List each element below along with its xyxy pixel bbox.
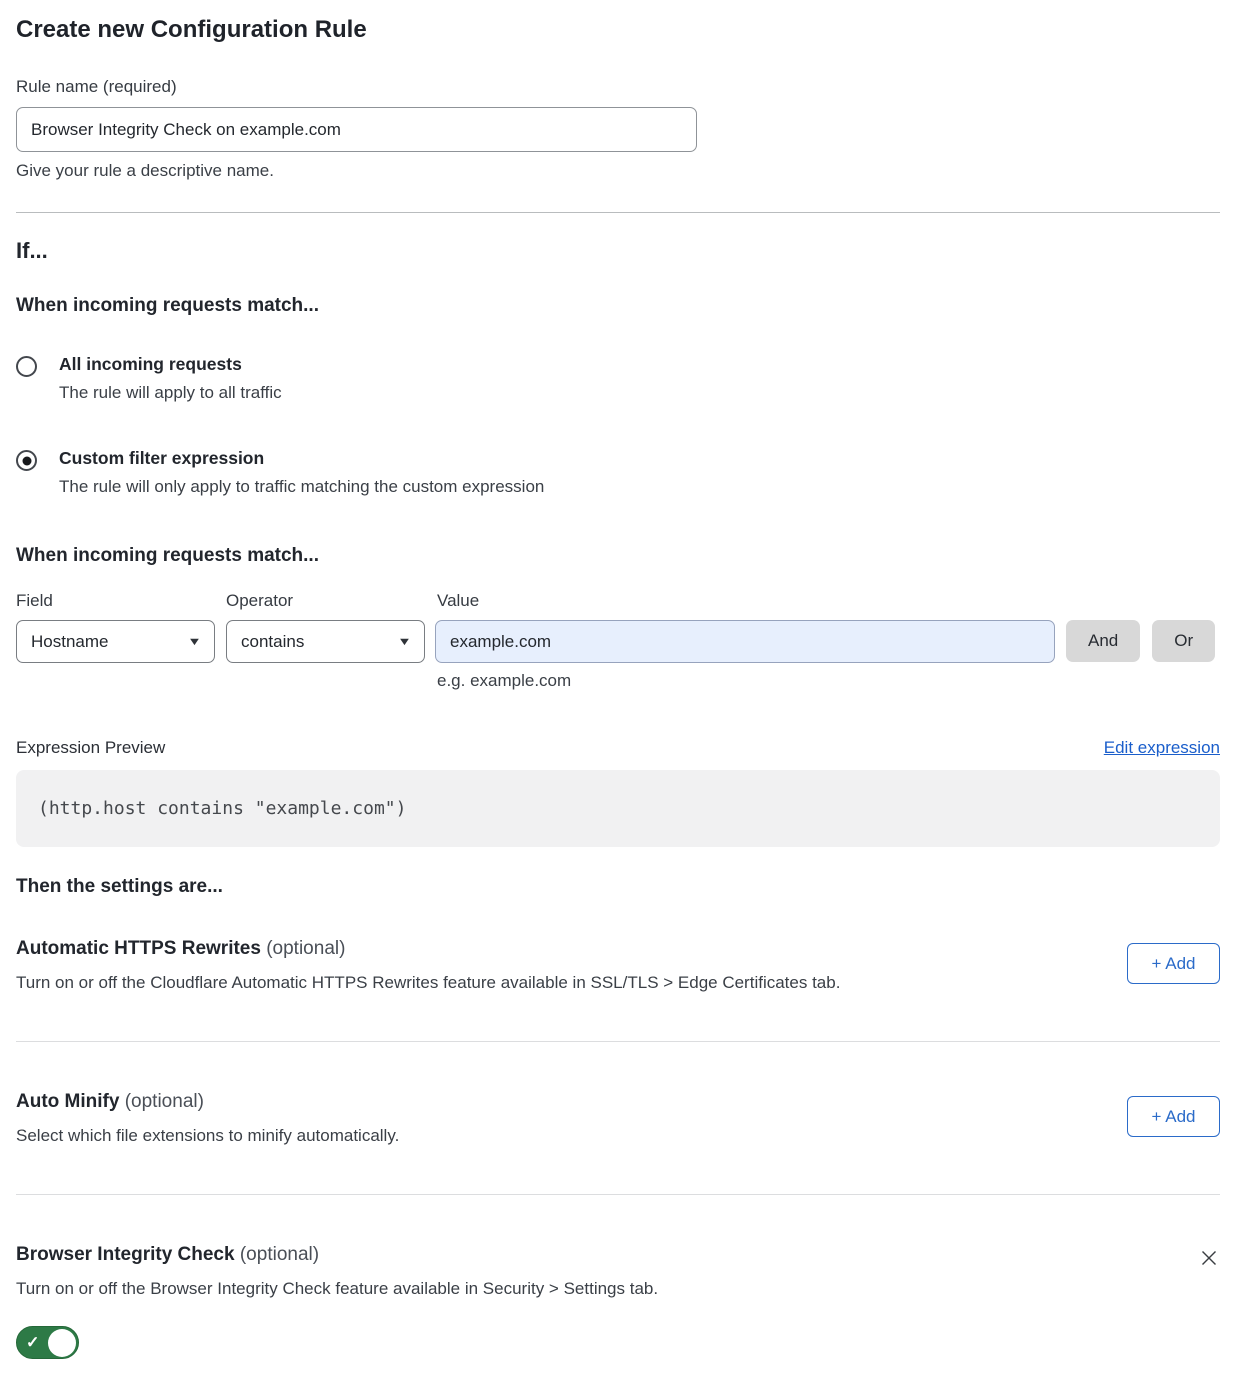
radio-option-label: Custom filter expression bbox=[59, 448, 544, 469]
setting-description: Turn on or off the Cloudflare Automatic … bbox=[16, 973, 840, 993]
setting-optional-tag: (optional) bbox=[240, 1244, 319, 1265]
expression-preview-label: Expression Preview bbox=[16, 738, 165, 758]
if-heading: If... bbox=[16, 238, 1220, 264]
radio-option-all-incoming-requests[interactable]: All incoming requests The rule will appl… bbox=[16, 354, 1220, 403]
operator-select[interactable]: contains ▼ bbox=[226, 620, 425, 663]
setting-title: Automatic HTTPS Rewrites bbox=[16, 938, 261, 959]
value-label: Value bbox=[437, 591, 1220, 611]
setting-divider bbox=[16, 1041, 1220, 1042]
field-label: Field bbox=[16, 591, 226, 611]
page-title: Create new Configuration Rule bbox=[16, 16, 1220, 44]
or-button[interactable]: Or bbox=[1152, 620, 1215, 662]
expression-builder-heading: When incoming requests match... bbox=[16, 545, 1220, 567]
rule-name-input[interactable] bbox=[16, 107, 697, 152]
create-configuration-rule-form: Create new Configuration Rule Rule name … bbox=[0, 0, 1237, 1384]
radio-button-icon[interactable] bbox=[16, 356, 37, 377]
chevron-down-icon: ▼ bbox=[187, 636, 202, 648]
then-settings-heading: Then the settings are... bbox=[16, 876, 1220, 898]
close-icon[interactable] bbox=[1198, 1247, 1220, 1269]
field-select[interactable]: Hostname ▼ bbox=[16, 620, 215, 663]
setting-description: Select which file extensions to minify a… bbox=[16, 1126, 399, 1146]
field-selected-value: Hostname bbox=[31, 632, 108, 652]
rule-name-helper: Give your rule a descriptive name. bbox=[16, 161, 1220, 181]
browser-integrity-check-toggle[interactable]: ✓ bbox=[16, 1326, 79, 1359]
and-button[interactable]: And bbox=[1066, 620, 1140, 662]
radio-option-label: All incoming requests bbox=[59, 354, 282, 375]
match-heading: When incoming requests match... bbox=[16, 295, 1220, 317]
add-auto-minify-button[interactable]: + Add bbox=[1127, 1096, 1220, 1137]
setting-divider bbox=[16, 1194, 1220, 1195]
setting-optional-tag: (optional) bbox=[125, 1091, 204, 1112]
expression-builder: When incoming requests match... Field Op… bbox=[16, 545, 1220, 691]
operator-label: Operator bbox=[226, 591, 437, 611]
toggle-knob bbox=[48, 1329, 76, 1357]
chevron-down-icon: ▼ bbox=[397, 636, 412, 648]
value-input[interactable] bbox=[435, 620, 1055, 663]
radio-option-description: The rule will only apply to traffic matc… bbox=[59, 477, 544, 497]
setting-browser-integrity-check: Browser Integrity Check (optional) Turn … bbox=[16, 1244, 1220, 1364]
operator-selected-value: contains bbox=[241, 632, 304, 652]
radio-button-icon[interactable] bbox=[16, 450, 37, 471]
section-divider bbox=[16, 212, 1220, 213]
expression-preview-code: (http.host contains "example.com") bbox=[16, 770, 1220, 847]
rule-name-label: Rule name (required) bbox=[16, 77, 1220, 97]
setting-title: Browser Integrity Check bbox=[16, 1244, 235, 1265]
setting-optional-tag: (optional) bbox=[266, 938, 345, 959]
setting-title: Auto Minify bbox=[16, 1091, 119, 1112]
setting-auto-minify: Auto Minify (optional) Select which file… bbox=[16, 1091, 1220, 1146]
checkmark-icon: ✓ bbox=[26, 1332, 39, 1352]
edit-expression-link[interactable]: Edit expression bbox=[1104, 738, 1220, 758]
radio-option-description: The rule will apply to all traffic bbox=[59, 383, 282, 403]
add-automatic-https-rewrites-button[interactable]: + Add bbox=[1127, 943, 1220, 984]
setting-automatic-https-rewrites: Automatic HTTPS Rewrites (optional) Turn… bbox=[16, 938, 1220, 993]
radio-option-custom-filter-expression[interactable]: Custom filter expression The rule will o… bbox=[16, 448, 1220, 497]
value-helper: e.g. example.com bbox=[437, 671, 1220, 691]
setting-description: Turn on or off the Browser Integrity Che… bbox=[16, 1279, 658, 1299]
